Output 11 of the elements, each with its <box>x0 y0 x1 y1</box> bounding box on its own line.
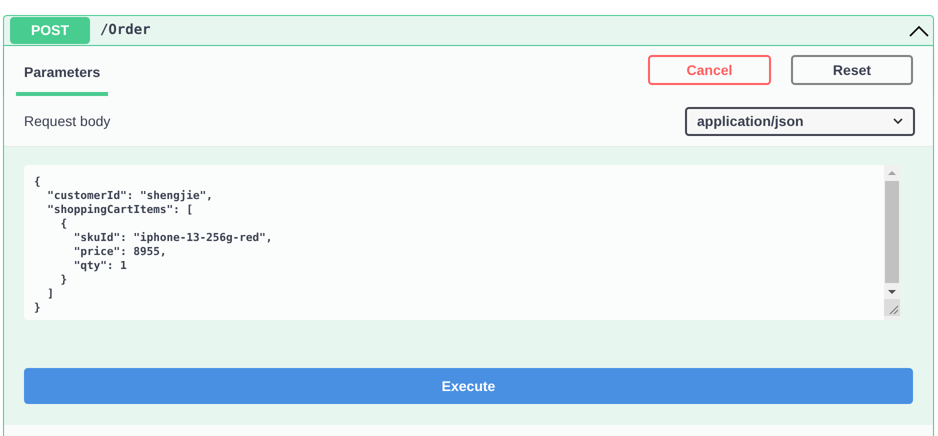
json-code: { "customerId": "shengjie", "shoppingCartItems": [ { "skuId": "iphone-13-256g-red", "price": 8955, "qty": 1 } ] } <box>34 175 274 315</box>
scrollbar[interactable] <box>884 165 900 320</box>
chevron-down-icon <box>893 118 903 124</box>
request-body-editor[interactable]: { "customerId": "shengjie", "shoppingCartItems": [ { "skuId": "iphone-13-256g-red", "price": 8955, "qty": 1 } ] } <box>24 165 900 320</box>
content-type-select[interactable]: application/json <box>685 106 915 136</box>
reset-button[interactable]: Reset <box>791 55 913 85</box>
collapse-chevron-icon[interactable] <box>909 24 929 36</box>
method-badge: POST <box>10 17 90 44</box>
endpoint-path: /Order <box>100 21 151 40</box>
request-body-label: Request body <box>24 112 110 131</box>
resize-grip-icon[interactable] <box>884 299 900 316</box>
